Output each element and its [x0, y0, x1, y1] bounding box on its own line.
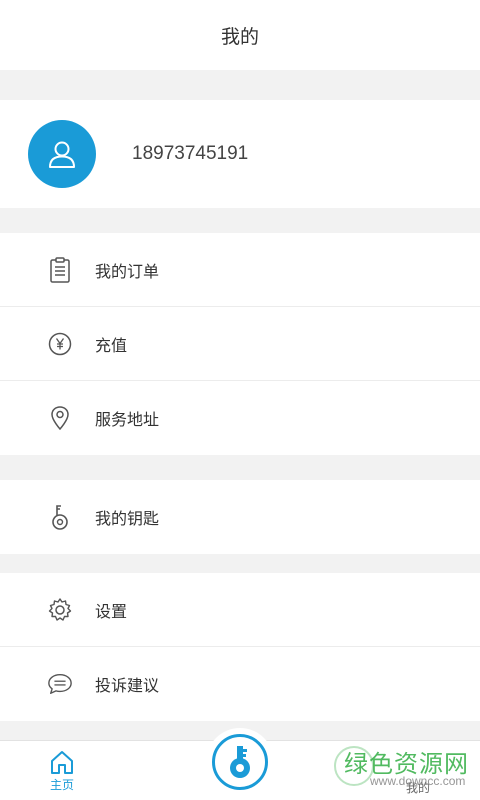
menu-item-label: 服务地址 [95, 410, 160, 429]
key-circle [212, 734, 268, 790]
tab-home-label: 主页 [49, 778, 74, 792]
profile-card[interactable]: 18973745191 [0, 100, 480, 208]
menu-item-orders[interactable]: 我的订单 [0, 233, 480, 307]
page-title: 我的 [220, 25, 259, 48]
menu-group-settings: 设置 投诉建议 [0, 573, 480, 721]
home-icon [51, 751, 73, 774]
user-icon [49, 141, 75, 168]
gear-icon [47, 597, 73, 623]
key-icon [47, 504, 73, 530]
menu-group-keys: 我的钥匙 [0, 480, 480, 554]
tab-mine[interactable]: 我的 [392, 749, 444, 796]
menu-item-my-keys[interactable]: 我的钥匙 [0, 480, 480, 554]
menu-item-label: 充值 [95, 335, 128, 355]
clipboard-icon [47, 256, 73, 283]
menu-item-service-address[interactable]: 服务地址 [0, 381, 480, 455]
tab-home[interactable]: 主页 [36, 749, 88, 793]
key-icon [230, 746, 250, 778]
unlock-key-button[interactable] [206, 728, 274, 796]
menu-item-feedback[interactable]: 投诉建议 [0, 647, 480, 721]
menu-item-label: 设置 [95, 601, 128, 621]
chat-bubble-icon [47, 671, 73, 697]
menu-item-recharge[interactable]: 充值 [0, 307, 480, 381]
phone-number: 18973745191 [132, 143, 249, 164]
yen-icon [47, 331, 73, 357]
menu-item-label: 我的订单 [95, 261, 160, 281]
top-bar: 我的 [0, 0, 480, 70]
avatar[interactable] [28, 120, 96, 188]
menu-item-label: 我的钥匙 [95, 509, 160, 528]
menu-group-account: 我的订单 充值 服务地址 [0, 233, 480, 455]
location-pin-icon [47, 405, 73, 431]
menu-item-label: 投诉建议 [95, 676, 160, 695]
tab-mine-label: 我的 [405, 781, 430, 795]
menu-item-settings[interactable]: 设置 [0, 573, 480, 647]
